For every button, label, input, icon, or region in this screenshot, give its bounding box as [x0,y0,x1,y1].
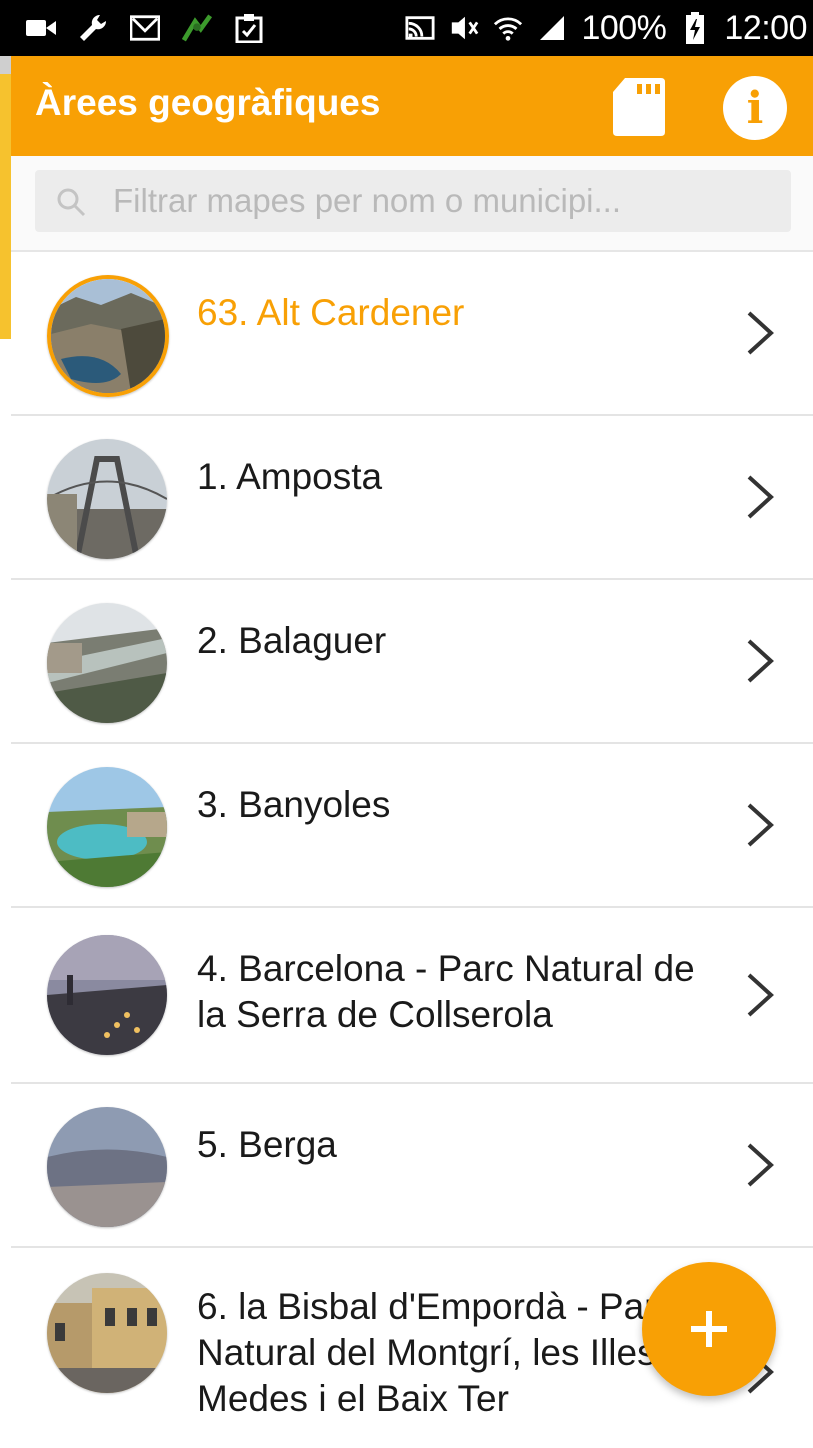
chevron-right-icon [747,973,774,1017]
area-thumbnail [47,603,167,723]
area-name: 5. Berga [197,1124,337,1165]
chevron-right-icon [747,1143,774,1187]
battery-charging-icon [680,12,710,44]
area-name: 1. Amposta [197,456,383,497]
sd-card-icon [613,78,665,136]
battery-percentage: 100% [581,8,667,47]
list-item[interactable]: 5. Berga [11,1084,813,1248]
edge-strip [0,56,11,74]
chevron-right-icon [747,475,774,519]
list-item[interactable]: 2. Balaguer [11,580,813,744]
area-name: 4. Barcelona - Parc Natural de la Serra … [197,948,695,1035]
info-button[interactable]: i [723,76,787,140]
area-thumbnail [47,767,167,887]
chevron-right-icon [747,803,774,847]
vibrate-icon [449,15,479,41]
list-item[interactable]: 1. Amposta [11,416,813,580]
app-bar: Àrees geogràfiques i [11,56,813,156]
edge-accent [0,74,11,339]
add-area-button[interactable] [642,1262,776,1396]
clock: 12:00 [724,8,807,47]
video-icon [26,15,56,41]
info-icon: i [746,82,764,134]
list-item[interactable]: 4. Barcelona - Parc Natural de la Serra … [11,908,813,1084]
chevron-right-icon [747,311,774,355]
list-item[interactable]: 3. Banyoles [11,744,813,908]
clipboard-icon [234,14,264,43]
wrench-icon [78,14,108,41]
search-box[interactable] [35,170,791,232]
location-app-icon [182,14,212,42]
sd-card-button[interactable] [611,76,667,138]
search-icon [57,188,86,217]
cast-icon [405,15,435,41]
wifi-icon [493,15,523,41]
chevron-right-icon [747,639,774,683]
area-name: 2. Balaguer [197,620,387,661]
area-thumbnail [47,275,169,397]
area-name: 3. Banyoles [197,784,391,825]
area-thumbnail [47,935,167,1055]
signal-icon [537,15,567,41]
gmail-icon [130,15,160,41]
area-name: 6. la Bisbal d'Empordà - Parc Natural de… [197,1286,676,1419]
add-icon [691,1311,727,1347]
search-input[interactable] [113,170,773,232]
status-bar: 100% 12:00 [0,0,813,56]
page-title: Àrees geogràfiques [35,82,381,123]
area-thumbnail [47,1107,167,1227]
area-thumbnail [47,439,167,559]
area-thumbnail [47,1273,167,1393]
list-item[interactable]: 63. Alt Cardener [11,252,813,416]
search-bar [11,156,813,252]
area-name: 63. Alt Cardener [197,292,465,333]
